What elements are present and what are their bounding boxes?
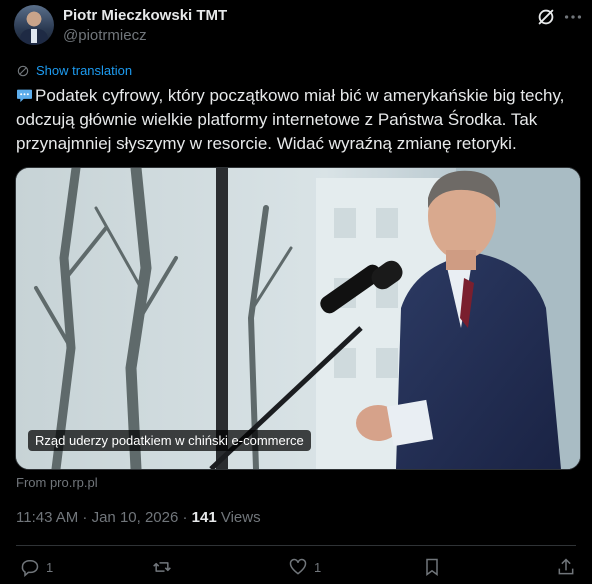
reply-count: 1 bbox=[46, 559, 54, 575]
grok-icon[interactable] bbox=[535, 6, 557, 28]
link-source[interactable]: From pro.rp.pl bbox=[16, 475, 98, 490]
tweet-text: Podatek cyfrowy, który początkowo miał b… bbox=[16, 84, 576, 156]
show-translation-link[interactable]: Show translation bbox=[16, 63, 132, 78]
translate-icon bbox=[17, 65, 29, 76]
share-icon bbox=[558, 558, 574, 575]
divider bbox=[16, 545, 576, 546]
tweet-body: Podatek cyfrowy, który początkowo miał b… bbox=[16, 86, 565, 153]
retweet-button[interactable] bbox=[152, 557, 178, 577]
tweet-meta: 11:43 AM · Jan 10, 2026 · 141 Views bbox=[16, 509, 261, 526]
avatar[interactable] bbox=[14, 5, 54, 45]
bookmark-icon bbox=[426, 558, 438, 576]
like-count: 1 bbox=[314, 559, 322, 575]
media-caption: Rząd uderzy podatkiem w chiński e-commer… bbox=[28, 430, 311, 451]
views-count: 141 bbox=[191, 509, 217, 526]
media-card[interactable]: Rząd uderzy podatkiem w chiński e-commer… bbox=[15, 167, 581, 470]
retweet-icon bbox=[153, 562, 171, 572]
bookmark-button[interactable] bbox=[422, 557, 442, 577]
reply-icon bbox=[21, 560, 39, 577]
views-label: Views bbox=[216, 509, 261, 526]
speech-balloon-icon bbox=[17, 89, 32, 103]
author-handle[interactable]: @piotrmiecz bbox=[63, 27, 147, 44]
author-name[interactable]: Piotr Mieczkowski TMT bbox=[63, 7, 227, 24]
timestamp[interactable]: 11:43 AM · Jan 10, 2026 · bbox=[16, 509, 192, 526]
more-icon[interactable] bbox=[562, 6, 584, 28]
share-button[interactable] bbox=[556, 557, 576, 577]
reply-button[interactable]: 1 bbox=[20, 557, 53, 577]
show-translation-label: Show translation bbox=[36, 63, 133, 78]
article-photo[interactable] bbox=[16, 168, 580, 469]
like-button[interactable]: 1 bbox=[288, 557, 321, 577]
like-icon bbox=[289, 558, 307, 575]
